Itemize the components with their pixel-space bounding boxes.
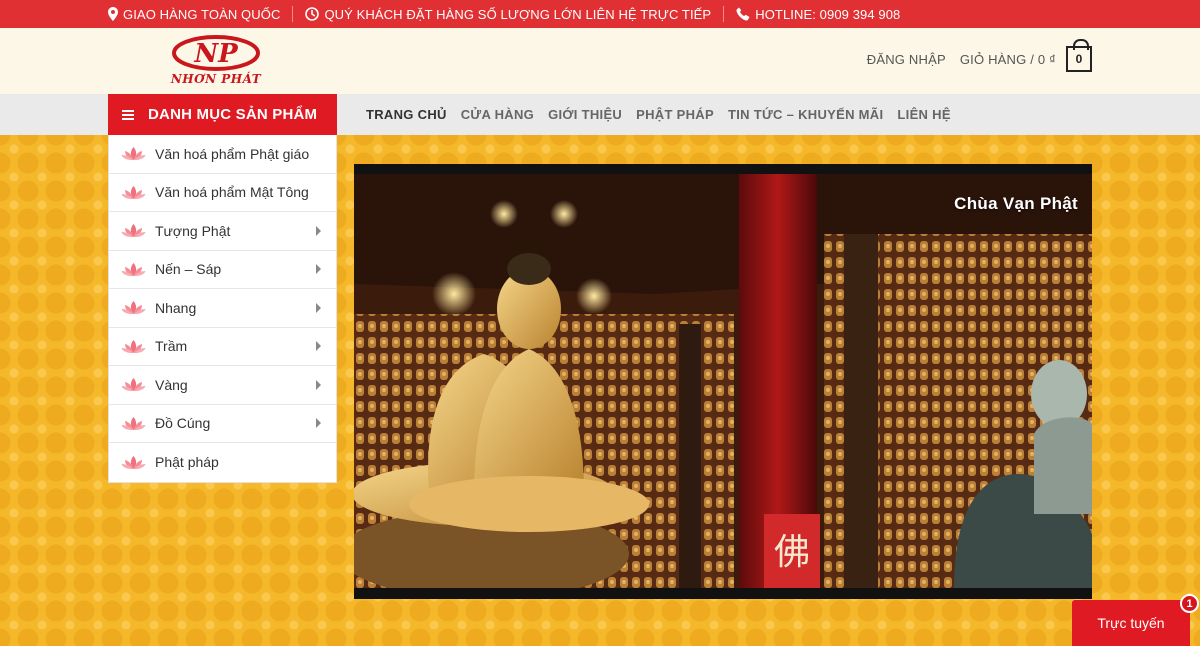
live-chat-button[interactable]: Trực tuyến <box>1072 600 1190 646</box>
site-logo[interactable]: NP NHƠN PHÁT <box>170 34 262 90</box>
category-item[interactable]: Đồ Cúng <box>109 405 336 443</box>
logo-emblem: NP <box>172 35 260 71</box>
cart-link[interactable]: GIỎ HÀNG / 0 ₫ 0 <box>959 39 1092 72</box>
lotus-icon <box>121 455 146 469</box>
login-link[interactable]: ĐĂNG NHẬP <box>867 52 946 67</box>
category-label: Nhang <box>155 299 197 316</box>
submenu-arrow-icon <box>316 341 321 352</box>
category-label: Nến – Sáp <box>155 261 222 278</box>
category-label: Văn hoá phẩm Phật giáo <box>155 145 310 162</box>
category-label: Phật pháp <box>155 454 219 471</box>
svg-text:NP: NP <box>193 39 239 69</box>
topbar-shipping-label: GIAO HÀNG TOÀN QUỐC <box>123 6 281 22</box>
category-item[interactable]: Vàng <box>109 366 336 405</box>
lotus-icon <box>121 147 146 161</box>
category-item[interactable]: Trầm <box>109 328 336 366</box>
logo-text: NHƠN PHÁT <box>170 72 262 86</box>
category-label: Đồ Cúng <box>155 415 211 432</box>
topbar-divider <box>292 6 294 22</box>
lotus-icon <box>121 301 146 315</box>
category-item[interactable]: Tượng Phật <box>109 212 336 251</box>
hamburger-icon <box>122 108 134 122</box>
nav-shop[interactable]: CỬA HÀNG <box>461 107 534 122</box>
category-label: Văn hoá phẩm Mật Tông <box>155 184 309 201</box>
temple-scene-image: 佛 <box>354 174 1092 588</box>
submenu-arrow-icon <box>316 264 321 275</box>
category-item[interactable]: Nhang <box>109 289 336 328</box>
nav-about[interactable]: GIỚI THIỆU <box>548 107 622 122</box>
lotus-icon <box>121 378 146 392</box>
main-navigation-bar: DANH MỤC SẢN PHẨM TRANG CHỦ CỬA HÀNG GIỚ… <box>0 94 1200 135</box>
clock-icon <box>305 7 320 21</box>
submenu-arrow-icon <box>316 225 321 236</box>
category-menu-toggle[interactable]: DANH MỤC SẢN PHẨM <box>108 94 337 135</box>
calligraphy-sign: 佛 <box>774 532 810 573</box>
nav-news-promotions[interactable]: TIN TỨC – KHUYẾN MÃI <box>728 107 883 122</box>
header-account-area: ĐĂNG NHẬP GIỎ HÀNG / 0 ₫ 0 <box>867 39 1092 74</box>
cart-label: GIỎ HÀNG / 0 ₫ <box>959 51 1056 67</box>
phone-icon <box>736 7 750 21</box>
nav-dharma[interactable]: PHẬT PHÁP <box>636 107 714 122</box>
topbar-divider <box>723 6 725 22</box>
category-heading: DANH MỤC SẢN PHẨM <box>148 106 318 123</box>
category-label: Tượng Phật <box>155 222 231 239</box>
category-item[interactable]: Phật pháp <box>109 443 336 482</box>
topbar-shipping: GIAO HÀNG TOÀN QUỐC <box>108 7 280 22</box>
category-item[interactable]: Nến – Sáp <box>109 251 336 289</box>
lotus-icon <box>121 339 146 353</box>
main-nav: TRANG CHỦ CỬA HÀNG GIỚI THIỆU PHẬT PHÁP … <box>359 94 958 135</box>
category-menu: Văn hoá phẩm Phật giáo Văn hoá phẩm Mật T… <box>108 135 337 483</box>
lotus-icon <box>121 262 146 276</box>
category-label: Vàng <box>155 376 188 393</box>
lotus-icon <box>121 185 146 199</box>
nav-home[interactable]: TRANG CHỦ <box>366 107 447 122</box>
nav-contact[interactable]: LIÊN HỆ <box>897 107 950 122</box>
topbar-bulk-order-label: QUÝ KHÁCH ĐẶT HÀNG SỐ LƯỢNG LỚN LIÊN HỆ … <box>324 6 712 22</box>
topbar-hotline-label: HOTLINE: 0909 394 908 <box>755 6 901 22</box>
video-title: Chùa Vạn Phật <box>954 194 1078 213</box>
topbar-hotline[interactable]: HOTLINE: 0909 394 908 <box>736 7 900 22</box>
lotus-icon <box>121 416 146 430</box>
top-info-bar: GIAO HÀNG TOÀN QUỐC QUÝ KHÁCH ĐẶT HÀNG S… <box>0 0 1200 28</box>
featured-video[interactable]: 佛 Chùa Vạn Phật <box>354 164 1092 599</box>
live-chat-label: Trực tuyến <box>1097 615 1165 631</box>
site-header: NP NHƠN PHÁT ĐĂNG NHẬP GIỎ HÀNG / 0 ₫ 0 <box>0 28 1200 94</box>
submenu-arrow-icon <box>316 418 321 429</box>
chat-notification-badge: 1 <box>1180 594 1199 613</box>
cart-count: 0 <box>1075 52 1083 66</box>
category-item[interactable]: Văn hoá phẩm Phật giáo <box>109 135 336 174</box>
cart-bag-icon: 0 <box>1066 39 1092 72</box>
map-pin-icon <box>108 7 118 21</box>
submenu-arrow-icon <box>316 379 321 390</box>
category-label: Trầm <box>155 338 188 355</box>
topbar-bulk-order: QUÝ KHÁCH ĐẶT HÀNG SỐ LƯỢNG LỚN LIÊN HỆ … <box>305 7 711 22</box>
category-item[interactable]: Văn hoá phẩm Mật Tông <box>109 174 336 212</box>
submenu-arrow-icon <box>316 302 321 313</box>
lotus-icon <box>121 224 146 238</box>
video-frame: 佛 Chùa Vạn Phật <box>354 174 1092 588</box>
